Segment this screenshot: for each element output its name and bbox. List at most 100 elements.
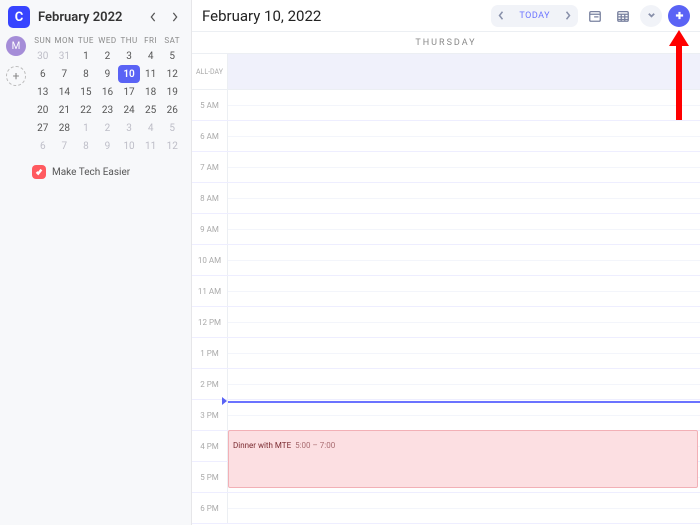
hour-row[interactable]: 6 AM: [192, 121, 700, 152]
event-title: Dinner with MTE: [233, 441, 291, 450]
hour-row[interactable]: 7 AM: [192, 152, 700, 183]
mini-day-cell[interactable]: 2: [97, 47, 119, 65]
day-view-icon[interactable]: [584, 5, 606, 27]
mini-day-cell[interactable]: 13: [32, 83, 54, 101]
hour-row[interactable]: 6 PM: [192, 493, 700, 524]
hour-row[interactable]: 2 PM: [192, 369, 700, 400]
mini-day-cell[interactable]: 27: [32, 119, 54, 137]
more-menu-button[interactable]: [640, 5, 662, 27]
mini-day-cell[interactable]: 31: [54, 47, 76, 65]
hour-cell[interactable]: [228, 245, 700, 275]
calendar-checkbox[interactable]: [32, 165, 46, 179]
allday-label: ALL-DAY: [192, 54, 228, 89]
mini-day-cell[interactable]: 14: [54, 83, 76, 101]
mini-day-cell[interactable]: 30: [32, 47, 54, 65]
mini-day-cell[interactable]: 4: [140, 47, 162, 65]
weekday-abbrev: TUE: [75, 36, 97, 45]
calendar-item[interactable]: Make Tech Easier: [32, 165, 183, 179]
mini-day-cell[interactable]: 8: [75, 65, 97, 83]
hour-cell[interactable]: [228, 307, 700, 337]
next-month-button[interactable]: [167, 9, 183, 25]
hour-row[interactable]: 5 AM: [192, 90, 700, 121]
hour-cell[interactable]: [228, 121, 700, 151]
hour-cell[interactable]: [228, 400, 700, 430]
current-time-marker-icon: [222, 397, 227, 405]
mini-day-cell[interactable]: 10: [118, 137, 140, 155]
mini-day-cell[interactable]: 24: [118, 101, 140, 119]
app-icon[interactable]: C: [8, 6, 30, 28]
mini-day-cell[interactable]: 7: [54, 137, 76, 155]
mini-day-cell[interactable]: 3: [118, 119, 140, 137]
sidebar-header: C February 2022: [8, 6, 183, 28]
hour-label: 11 AM: [192, 276, 228, 306]
hour-cell[interactable]: [228, 338, 700, 368]
hour-label: 6 AM: [192, 121, 228, 151]
mini-day-cell[interactable]: 25: [140, 101, 162, 119]
mini-calendar[interactable]: 3031123456789101112131415161718192021222…: [8, 47, 183, 155]
hour-cell[interactable]: [228, 369, 700, 399]
mini-day-cell[interactable]: 11: [140, 65, 162, 83]
mini-day-cell[interactable]: 1: [75, 47, 97, 65]
mini-day-cell[interactable]: 6: [32, 65, 54, 83]
mini-day-cell[interactable]: 17: [118, 83, 140, 101]
mini-day-cell[interactable]: 2: [97, 119, 119, 137]
hour-label: 8 AM: [192, 183, 228, 213]
hour-row[interactable]: 3 PM: [192, 400, 700, 431]
mini-day-cell[interactable]: 21: [54, 101, 76, 119]
mini-day-cell[interactable]: 11: [140, 137, 162, 155]
mini-day-cell[interactable]: 19: [161, 83, 183, 101]
mini-day-cell[interactable]: 7: [54, 65, 76, 83]
hour-row[interactable]: 8 AM: [192, 183, 700, 214]
today-button[interactable]: TODAY: [511, 11, 558, 21]
prev-day-button[interactable]: [491, 11, 511, 20]
mini-day-cell[interactable]: 3: [118, 47, 140, 65]
hour-row[interactable]: 9 AM: [192, 214, 700, 245]
mini-day-cell[interactable]: 4: [140, 119, 162, 137]
prev-month-button[interactable]: [145, 9, 161, 25]
mini-day-cell[interactable]: 28: [54, 119, 76, 137]
mini-day-cell[interactable]: 12: [161, 65, 183, 83]
mini-day-cell[interactable]: 18: [140, 83, 162, 101]
mini-day-cell[interactable]: 9: [97, 137, 119, 155]
hour-row[interactable]: 10 AM: [192, 245, 700, 276]
mini-day-cell[interactable]: 23: [97, 101, 119, 119]
mini-day-cell[interactable]: 16: [97, 83, 119, 101]
hour-label: 1 PM: [192, 338, 228, 368]
account-avatar[interactable]: M: [6, 36, 26, 56]
mini-day-cell[interactable]: 15: [75, 83, 97, 101]
mini-day-cell[interactable]: 1: [75, 119, 97, 137]
mini-day-cell[interactable]: 12: [161, 137, 183, 155]
mini-day-cell[interactable]: 20: [32, 101, 54, 119]
mini-day-cell[interactable]: 9: [97, 65, 119, 83]
hour-cell[interactable]: [228, 90, 700, 120]
next-day-button[interactable]: [558, 11, 578, 20]
event-time: 5:00 – 7:00: [295, 441, 335, 450]
current-date-heading: February 10, 2022: [202, 7, 321, 25]
add-event-button[interactable]: [668, 5, 690, 27]
mini-day-cell[interactable]: 26: [161, 101, 183, 119]
mini-day-cell[interactable]: 10: [118, 65, 140, 83]
mini-day-cell[interactable]: 5: [161, 47, 183, 65]
mini-day-cell[interactable]: 22: [75, 101, 97, 119]
add-account-button[interactable]: +: [6, 66, 26, 86]
app-root: C February 2022 M + SUNMONTUEWEDTHUFRISA…: [0, 0, 700, 525]
calendar-event[interactable]: Dinner with MTE 5:00 – 7:00: [228, 430, 698, 488]
mini-day-cell[interactable]: 6: [32, 137, 54, 155]
mini-day-cell[interactable]: 5: [161, 119, 183, 137]
mini-day-cell[interactable]: 8: [75, 137, 97, 155]
hour-label: 9 AM: [192, 214, 228, 244]
hour-label: 5 PM: [192, 462, 228, 492]
weekday-abbrev: MON: [54, 36, 76, 45]
hour-row[interactable]: 1 PM: [192, 338, 700, 369]
hour-row[interactable]: 12 PM: [192, 307, 700, 338]
hour-label: 12 PM: [192, 307, 228, 337]
allday-slot[interactable]: [228, 54, 700, 89]
hour-cell[interactable]: [228, 493, 700, 523]
hour-cell[interactable]: [228, 276, 700, 306]
hour-row[interactable]: 11 AM: [192, 276, 700, 307]
time-grid[interactable]: 5 AM6 AM7 AM8 AM9 AM10 AM11 AM12 PM1 PM2…: [192, 90, 700, 525]
hour-cell[interactable]: [228, 214, 700, 244]
hour-cell[interactable]: [228, 183, 700, 213]
month-view-icon[interactable]: [612, 5, 634, 27]
hour-cell[interactable]: [228, 152, 700, 182]
